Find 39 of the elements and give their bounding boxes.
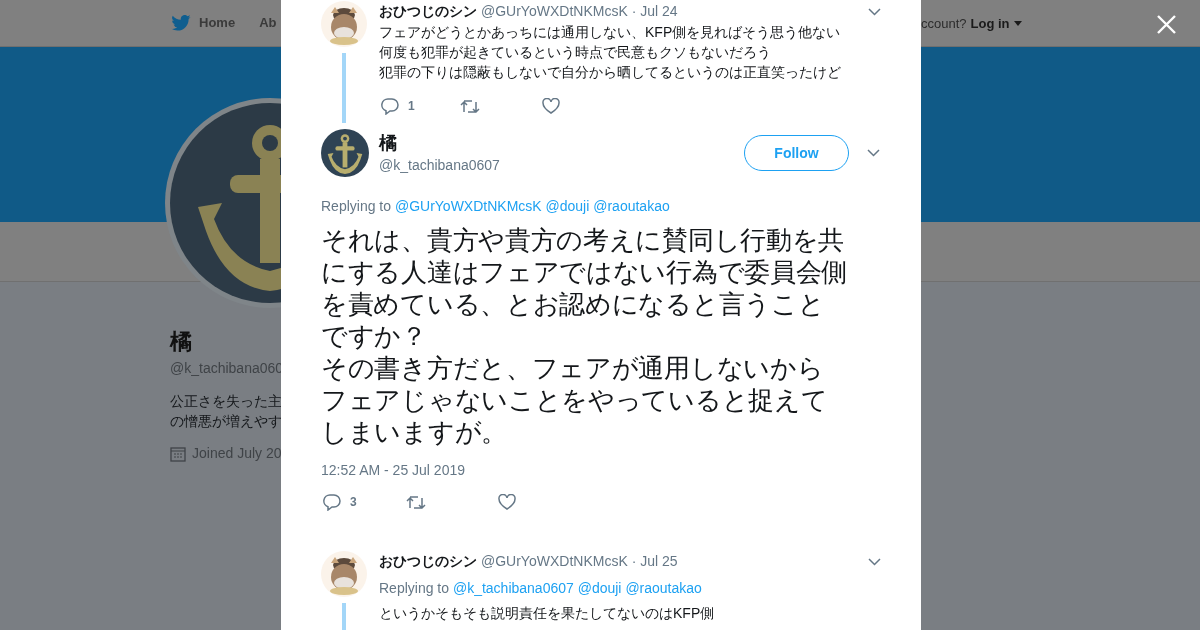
user-name[interactable]: おひつじのシン — [379, 551, 477, 572]
tweet-text-line: フェアがどうとかあっちには通用しない、KFP側を見ればそう思う他ない — [379, 23, 842, 42]
mention-link[interactable]: @raoutakao — [593, 198, 670, 214]
user-handle: @GUrYoWXDtNKMcsK — [481, 2, 628, 21]
tweet-text-line: というかそもそも説明責任を果たしてないのはKFP側 — [379, 604, 716, 623]
tweet-text-line: しまいますが。 — [321, 416, 508, 448]
tweet-text-line: それは、貴方や貴方の考えに賛同し行動を共 — [321, 224, 845, 256]
bio-line: 公正さを失った主 — [170, 392, 283, 411]
user-handle: @GUrYoWXDtNKMcsK — [481, 552, 628, 571]
tweet-text-line: にする人達はフェアではない行為で委員会側 — [321, 256, 848, 288]
tweet-text-line: 犯罪の下りは隠蔽もしないで自分から晒してるというのは正直笑ったけど — [379, 63, 842, 82]
tweet-date[interactable]: · Jul 25 — [631, 551, 678, 572]
mention-link[interactable]: @k_tachibana0607 — [452, 580, 574, 596]
mention-link[interactable]: @raoutakao — [625, 580, 702, 596]
profile-handle: @k_tachibana060 — [170, 359, 284, 378]
tweet-text-line: を責めている、とお認めになると言うこと — [321, 288, 826, 320]
join-date: Joined July 20 — [192, 444, 282, 463]
login-prompt: ccount? — [921, 15, 967, 33]
user-handle[interactable]: @k_tachibana0607 — [379, 154, 744, 176]
nav-link[interactable]: Home — [171, 13, 236, 33]
user-name[interactable]: 橘 — [379, 130, 744, 155]
tweet-text-line: 何度も犯罪が起きているという時点で民意もクソもないだろう — [379, 43, 772, 62]
tweet-text-line: ですか？ — [321, 320, 428, 352]
tweet-date[interactable]: · Jul 24 — [631, 1, 678, 22]
reply-count: 1 — [408, 98, 415, 115]
nav-link[interactable]: Ab — [259, 13, 277, 33]
user-name[interactable]: おひつじのシン — [379, 1, 477, 22]
replying-to-line: Replying to @GUrYoWXDtNKMcsK @douji @raoutakao — [321, 197, 671, 216]
tweet-text-line: その書き方だと、フェアが通用しないから — [321, 352, 825, 384]
mention-link[interactable]: @douji — [545, 198, 590, 214]
tweet-text-line: フェアじゃないことをやっていると捉えて — [321, 384, 829, 416]
replying-to-line: Replying to @k_tachibana0607 @douji @raoutakao — [379, 579, 703, 598]
reply-count: 3 — [350, 494, 357, 511]
tweet-timestamp[interactable]: 12:52 AM - 25 Jul 2019 — [321, 460, 881, 481]
bio-line: の憎悪が増えやす — [170, 412, 283, 431]
mention-link[interactable]: @douji — [577, 580, 622, 596]
profile-name: 橘 — [170, 328, 193, 356]
login-link[interactable]: Log in — [970, 14, 1022, 34]
mention-link[interactable]: @GUrYoWXDtNKMcsK — [394, 198, 542, 214]
